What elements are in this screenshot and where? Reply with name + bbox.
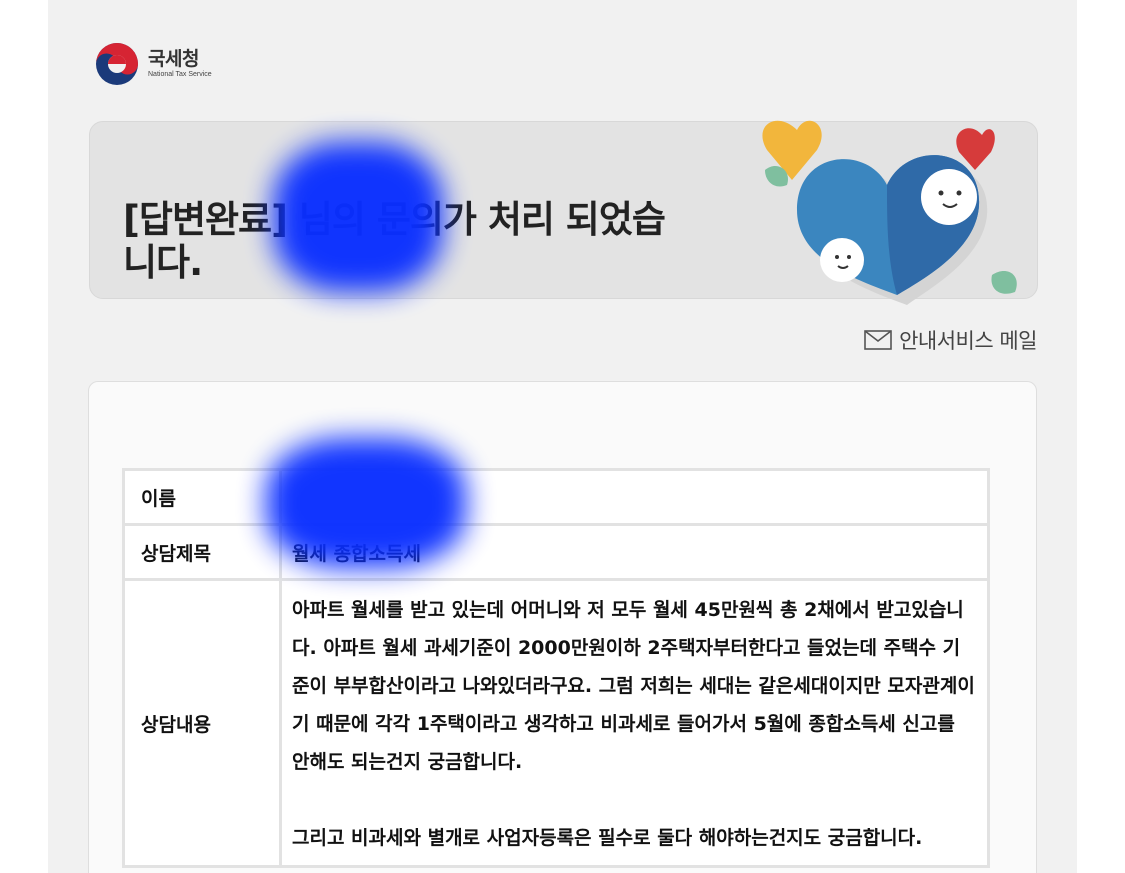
redaction-mark (273, 142, 443, 292)
consultation-card: 이름 상담제목 월세 종합소득세 상담내용 아파트 월세를 받고 있는데 어머니… (88, 381, 1037, 873)
status-banner: [답변완료] 님의 문의가 처리 되었습니다. (89, 120, 1038, 305)
mail-label-text: 안내서비스 메일 (899, 329, 1037, 353)
table-row: 이름 (122, 468, 990, 526)
logo-english-text: National Tax Service (148, 71, 212, 78)
redaction-mark (266, 438, 466, 568)
table-row: 상담제목 월세 종합소득세 (122, 523, 990, 581)
content-label: 상담내용 (122, 578, 282, 868)
logo-korean-text: 국세청 (148, 48, 199, 70)
name-label: 이름 (122, 468, 282, 526)
email-body: 국세청 National Tax Service [답변완료] 님의 문의가 처… (48, 0, 1077, 873)
nts-logo[interactable]: 국세청 National Tax Service (94, 40, 212, 88)
subject-label: 상담제목 (122, 523, 282, 581)
envelope-icon (864, 330, 892, 350)
content-value: 아파트 월세를 받고 있는데 어머니와 저 모두 월세 45만원씩 총 2채에서… (292, 599, 975, 849)
service-mail-label: 안내서비스 메일 (864, 325, 1037, 355)
table-row: 상담내용 아파트 월세를 받고 있는데 어머니와 저 모두 월세 45만원씩 총… (122, 578, 990, 868)
consultation-table: 이름 상담제목 월세 종합소득세 상담내용 아파트 월세를 받고 있는데 어머니… (122, 468, 990, 868)
heart-illustration-icon (762, 120, 1017, 305)
taegeuk-logo-icon (96, 43, 138, 85)
